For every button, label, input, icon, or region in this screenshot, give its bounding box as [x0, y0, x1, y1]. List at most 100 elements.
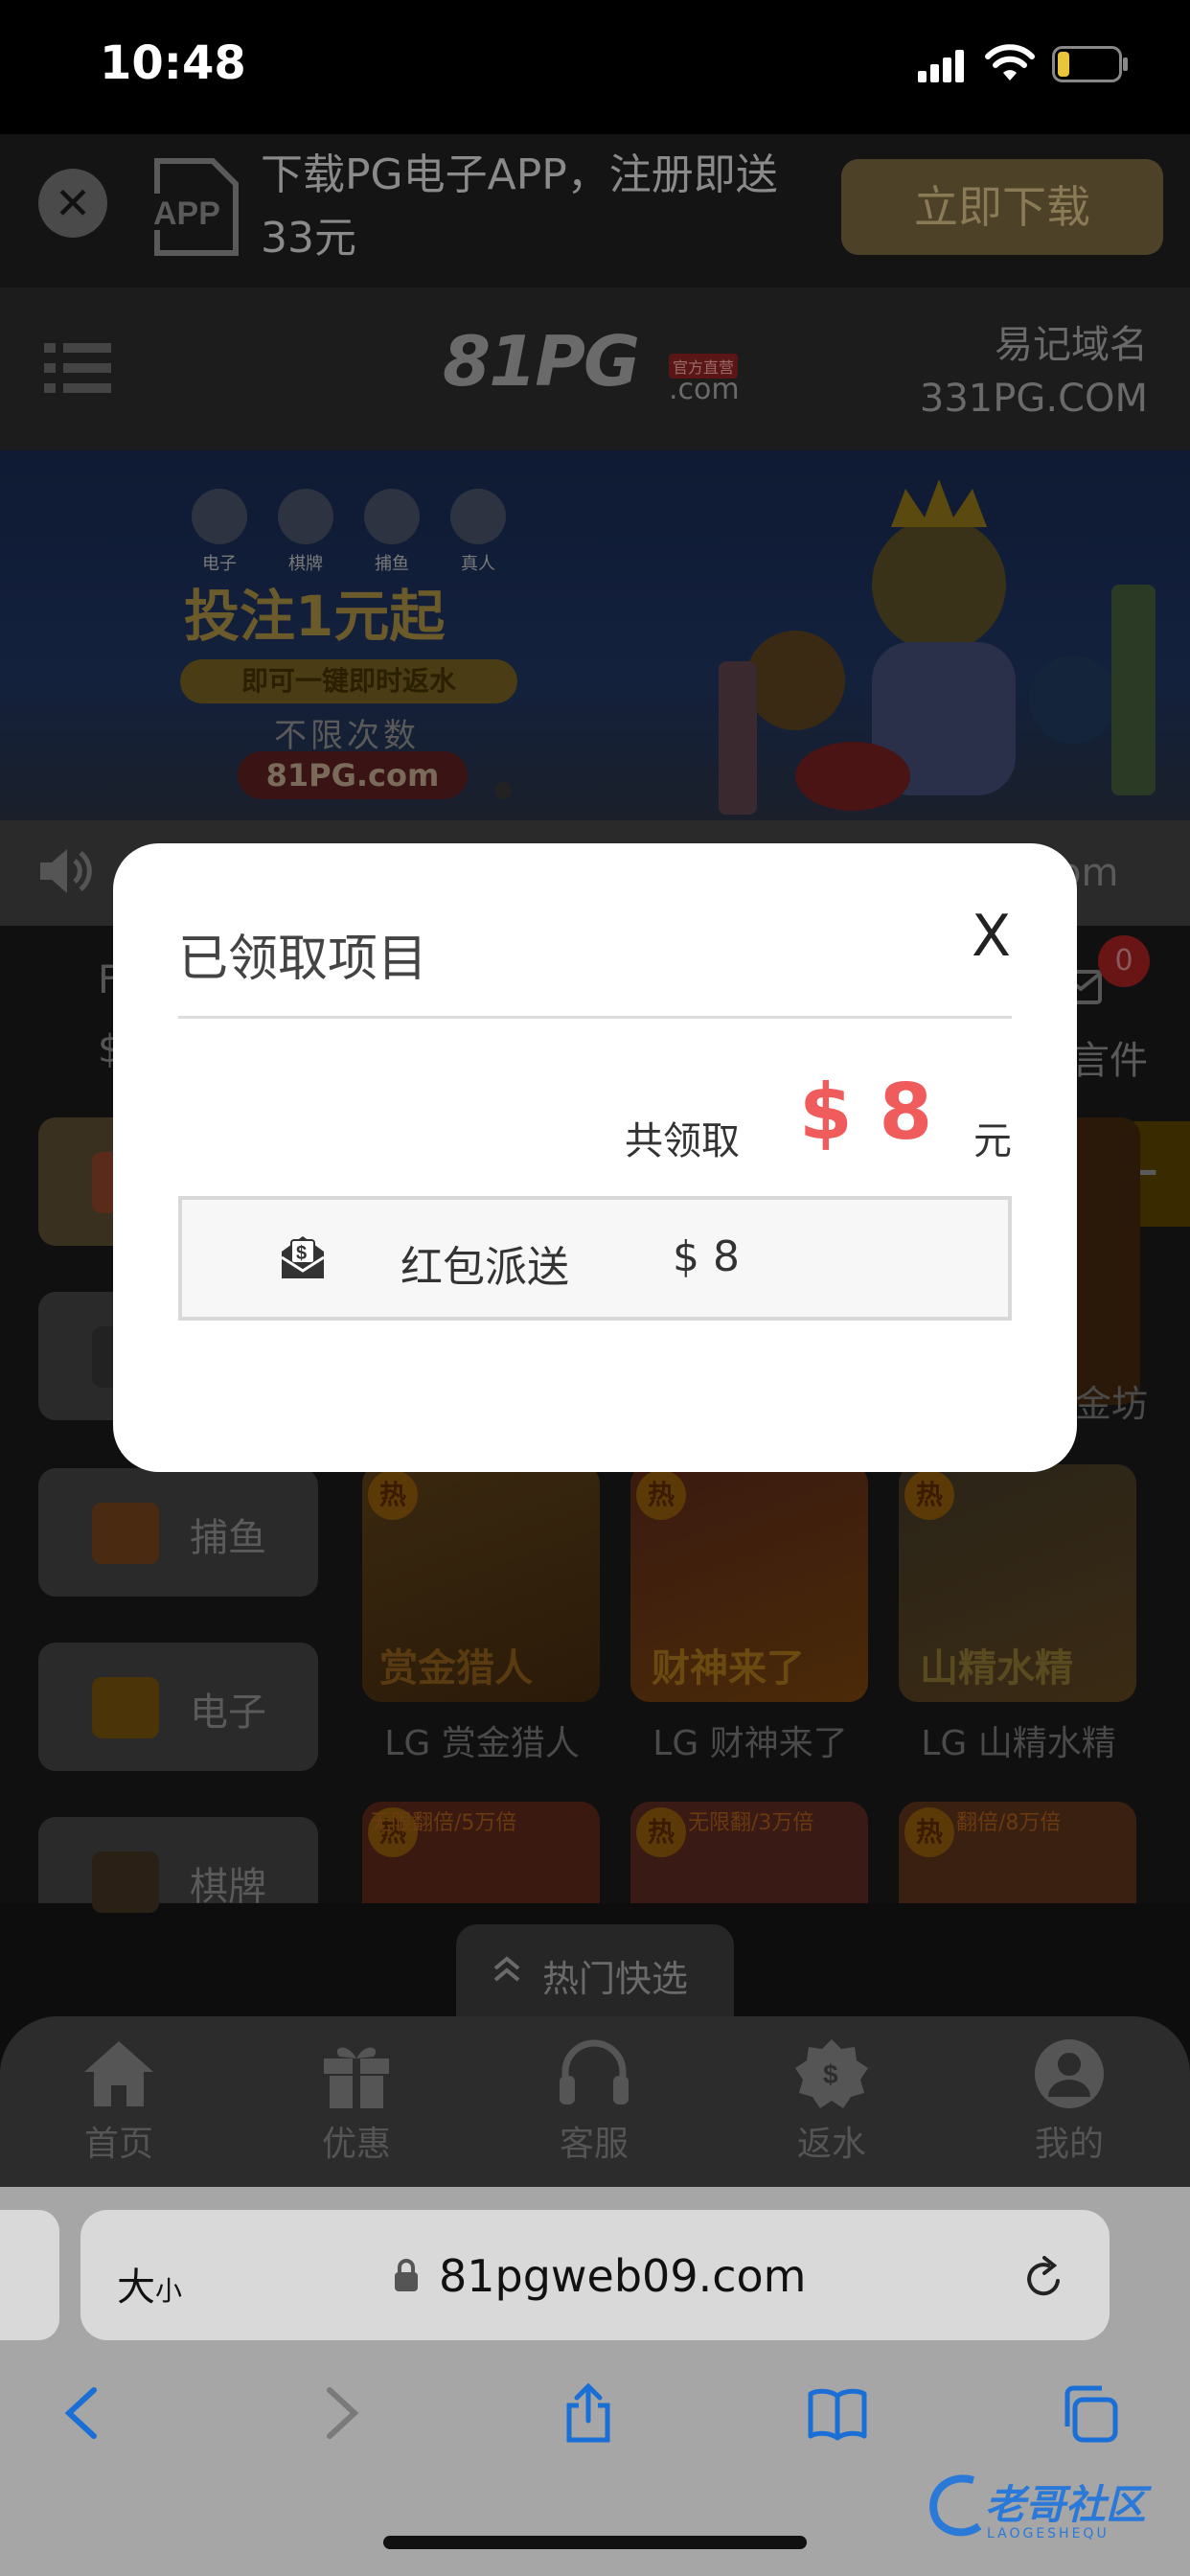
nav-label: 客服: [559, 2125, 629, 2164]
text-size-small: 小: [155, 2275, 183, 2307]
game-art-text: 山精水精: [920, 1646, 1073, 1690]
claim-record-row: $ 红包派送 $ 8: [178, 1196, 1012, 1321]
nav-home[interactable]: 首页: [42, 2037, 195, 2166]
back-icon[interactable]: [54, 2382, 115, 2444]
hot-tag: 热: [368, 1470, 418, 1520]
fishing-category-icon: [92, 1503, 159, 1564]
nav-promotions[interactable]: 优惠: [280, 2037, 433, 2166]
game-card[interactable]: 热 财神来了: [630, 1464, 868, 1702]
category-tab-cards[interactable]: 棋牌: [38, 1817, 318, 1913]
game-title: LG 财神来了: [652, 1724, 848, 1763]
promo-characters-illustration: [719, 479, 1156, 815]
game-art-text: 赏金猎人: [379, 1646, 533, 1690]
game-title: LG 山精水精: [921, 1724, 1116, 1763]
category-tab-slots[interactable]: 电子: [38, 1643, 318, 1771]
svg-text:$: $: [296, 1243, 307, 1264]
user-icon: [1035, 2039, 1104, 2108]
share-icon[interactable]: [558, 2382, 619, 2444]
nav-rebate[interactable]: $ 返水: [755, 2037, 908, 2166]
site-logo[interactable]: 81PG 官方直营 .com: [443, 321, 740, 407]
divider: [178, 1016, 1012, 1019]
watermark: 老哥社区 LAOGESHEQU: [926, 2467, 1175, 2559]
category-label: 真人: [461, 554, 495, 574]
bookmarks-icon[interactable]: [807, 2382, 868, 2444]
reload-icon[interactable]: [1021, 2256, 1067, 2302]
nav-label: 返水: [796, 2125, 866, 2164]
category-tab-label: 棋牌: [190, 1865, 266, 1909]
previous-tab-edge[interactable]: [0, 2210, 59, 2340]
mail-count-badge: 0: [1098, 935, 1150, 987]
svg-text:APP: APP: [153, 196, 220, 232]
game-banner-text: 翻倍/8万倍: [956, 1811, 1062, 1835]
forward-icon[interactable]: [309, 2382, 370, 2444]
carousel-dot[interactable]: [494, 782, 512, 799]
domain-tip-domain: 331PG.COM: [919, 377, 1148, 421]
promo-banner[interactable]: 电子 棋牌 捕鱼 真人 投注1元起 即可一键即时返水 不限次数 81PG.com: [0, 450, 1190, 820]
mail-label[interactable]: 言件: [1071, 1029, 1148, 1085]
game-art-text: 财神来了: [652, 1646, 805, 1690]
text-size-button[interactable]: 大小: [117, 2256, 182, 2312]
claim-record-name: 红包派送: [400, 1243, 569, 1292]
game-banner-text: 无限翻/3万倍: [688, 1811, 814, 1835]
cards-category-icon: [278, 489, 333, 544]
quick-pick-label: 热门快选: [542, 1958, 689, 2000]
nav-profile[interactable]: 我的: [993, 2037, 1146, 2166]
hot-tag: 热: [636, 1807, 686, 1857]
watermark-subtext: LAOGESHEQU: [987, 2526, 1110, 2542]
wifi-icon: [985, 44, 1035, 80]
claim-record-amount: $ 8: [673, 1232, 740, 1281]
headset-icon: [560, 2039, 629, 2104]
currency-unit: 元: [973, 1119, 1012, 1163]
logo-suffix: .com: [669, 373, 740, 406]
home-icon: [84, 2041, 153, 2106]
close-dialog-button[interactable]: X: [972, 903, 1011, 970]
nav-label: 我的: [1034, 2125, 1104, 2164]
fishing-category-icon: [364, 489, 420, 544]
nav-label: 优惠: [321, 2125, 391, 2164]
url-text[interactable]: 81pgweb09.com: [439, 2250, 806, 2302]
tabs-icon[interactable]: [1058, 2382, 1119, 2444]
app-file-icon: APP: [149, 158, 239, 256]
nav-support[interactable]: 客服: [517, 2037, 671, 2166]
text-size-large: 大: [117, 2266, 155, 2310]
category-tab-label: 电子: [190, 1690, 266, 1735]
watermark-text: 老哥社区: [985, 2481, 1147, 2528]
dragon-logo-icon: [929, 2474, 982, 2537]
gift-icon: [324, 2047, 389, 2108]
logo-text: 81PG: [443, 321, 640, 402]
cellular-signal-icon: [918, 50, 964, 82]
download-now-button[interactable]: 立即下载: [841, 159, 1163, 255]
close-banner-button[interactable]: ✕: [38, 169, 107, 238]
home-indicator[interactable]: [383, 2536, 807, 2549]
game-card[interactable]: 热 翻倍/8万倍: [899, 1802, 1136, 1903]
domain-tip-label: 易记域名: [995, 323, 1148, 367]
slots-category-icon: [192, 489, 247, 544]
game-card[interactable]: 热 无限翻/3万倍: [630, 1802, 868, 1903]
promo-headline: 投注1元起: [184, 584, 446, 649]
category-tab-fishing[interactable]: 捕鱼: [38, 1468, 318, 1597]
promo-site: 81PG.com: [238, 751, 468, 799]
game-card[interactable]: 热 山精水精: [899, 1464, 1136, 1702]
game-banner-text: 无限翻倍/5万倍: [370, 1811, 517, 1835]
game-title: 金坊: [1075, 1383, 1149, 1425]
status-time: 10:48: [100, 36, 246, 90]
battery-icon: [1052, 46, 1128, 82]
lock-icon: [395, 2259, 418, 2291]
red-envelope-icon: $: [281, 1236, 325, 1278]
category-tab-label: 捕鱼: [190, 1516, 266, 1560]
total-claimed-amount: $ 8: [799, 1068, 933, 1157]
hot-tag: 热: [904, 1470, 954, 1520]
menu-icon[interactable]: [44, 341, 111, 395]
cards-category-icon: [92, 1852, 159, 1913]
claimed-items-dialog: 已领取项目 X 共领取 $ 8 元 $ 红包派送 $ 8: [113, 843, 1077, 1472]
promo-subtitle: 即可一键即时返水: [180, 659, 517, 703]
game-card[interactable]: 热 无限翻倍/5万倍: [362, 1802, 600, 1903]
dialog-title: 已领取项目: [178, 931, 428, 988]
download-banner-text: 下载PG电子APP，注册即送33元: [261, 150, 778, 263]
nav-label: 首页: [83, 2125, 153, 2164]
rebate-icon: $: [795, 2039, 868, 2108]
hot-tag: 热: [904, 1807, 954, 1857]
game-card[interactable]: 热 赏金猎人: [362, 1464, 600, 1702]
promo-note: 不限次数: [274, 717, 420, 755]
svg-text:$: $: [823, 2059, 838, 2089]
